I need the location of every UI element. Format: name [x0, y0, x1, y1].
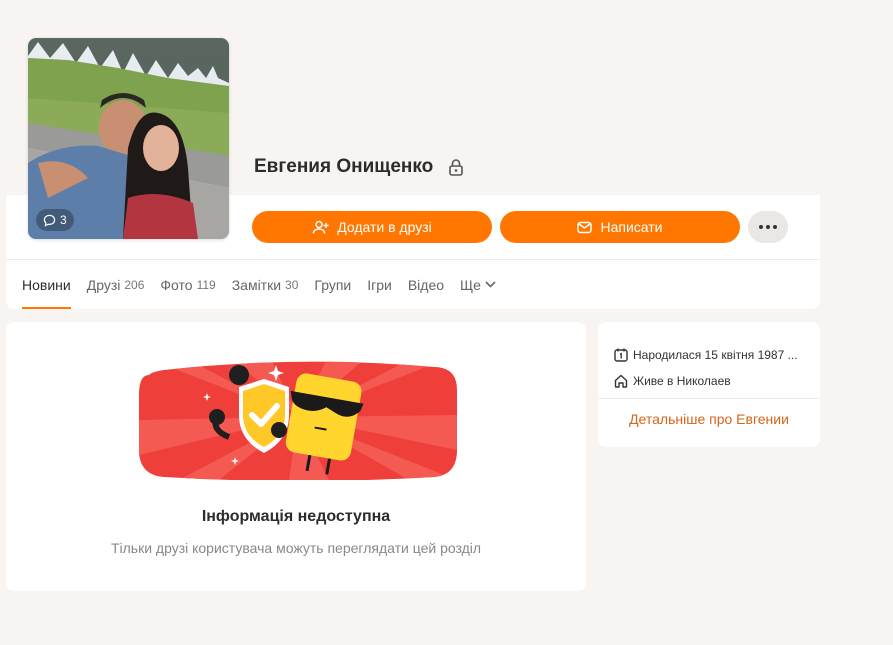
more-dot	[759, 225, 763, 229]
tab-more[interactable]: Ще	[460, 260, 496, 309]
location-text: Живе в Николаев	[633, 374, 731, 388]
info-title: Інформація недоступна	[201, 508, 391, 525]
calendar-icon	[614, 348, 628, 362]
tab-photos[interactable]: Фото 119	[160, 260, 215, 309]
tab-label: Друзі	[86, 276, 121, 293]
comment-count: 3	[60, 213, 67, 227]
more-actions-button[interactable]	[748, 211, 788, 243]
home-icon	[614, 374, 628, 388]
restricted-content-card: Інформація недоступна Тільки друзі корис…	[6, 322, 586, 591]
profile-header: Евгения Онищенко	[254, 154, 465, 180]
tab-label: Новини	[22, 276, 71, 293]
tab-news[interactable]: Новини	[22, 260, 71, 309]
comments-badge[interactable]: 3	[36, 209, 74, 231]
tab-count: 119	[196, 277, 216, 292]
about-divider	[598, 398, 820, 399]
add-friend-label: Додати в друзі	[337, 219, 432, 235]
tab-notes[interactable]: Замітки 30	[232, 260, 299, 309]
add-friend-button[interactable]: Додати в друзі	[252, 211, 492, 243]
birth-date: Народилася 15 квітня 1987 ...	[633, 348, 798, 362]
chevron-down-icon	[485, 281, 496, 288]
restricted-illustration	[139, 361, 457, 480]
tab-video[interactable]: Відео	[408, 260, 444, 309]
add-user-icon	[312, 220, 329, 235]
location-row: Живе в Николаев	[614, 372, 810, 390]
profile-page: 3 Евгения Онищенко Додати в друзі Написа…	[0, 0, 893, 645]
tab-count: 30	[285, 277, 299, 292]
tab-label: Фото	[160, 276, 193, 293]
birth-row: Народилася 15 квітня 1987 ...	[614, 346, 810, 364]
write-message-button[interactable]: Написати	[500, 211, 740, 243]
tab-games[interactable]: Ігри	[367, 260, 392, 309]
tab-label: Групи	[314, 276, 352, 293]
profile-name: Евгения Онищенко	[254, 156, 434, 177]
profile-tabs: Новини Друзі 206 Фото 119 Замітки 30 Гру…	[6, 260, 820, 309]
more-dot	[766, 225, 770, 229]
tab-count: 206	[124, 277, 145, 292]
lock-icon	[447, 157, 465, 177]
tab-label: Замітки	[231, 276, 282, 293]
info-subtitle: Тільки друзі користувача можуть перегляд…	[110, 540, 482, 556]
tab-label: Ігри	[367, 276, 392, 293]
comment-icon	[43, 214, 56, 227]
more-dot	[773, 225, 777, 229]
tab-label: Ще	[460, 276, 481, 293]
envelope-icon	[577, 221, 593, 234]
tab-label: Відео	[407, 276, 445, 293]
write-message-label: Написати	[600, 219, 663, 235]
about-more-link[interactable]: Детальніше про Евгении	[598, 411, 820, 427]
about-card: Народилася 15 квітня 1987 ... Живе в Ник…	[598, 322, 820, 447]
tab-friends[interactable]: Друзі 206	[87, 260, 145, 309]
profile-avatar[interactable]: 3	[28, 38, 229, 239]
tab-groups[interactable]: Групи	[314, 260, 351, 309]
